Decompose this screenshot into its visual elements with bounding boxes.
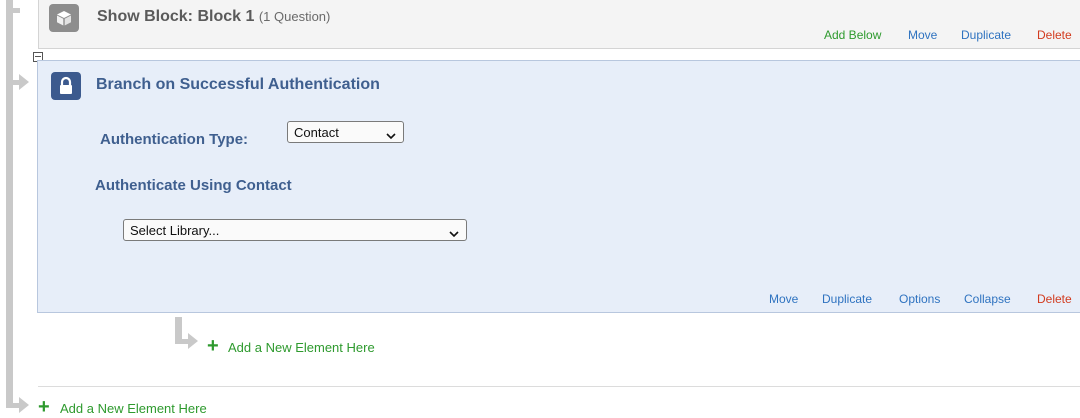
show-block: Show Block: Block 1 (1 Question) Add Bel… xyxy=(38,0,1080,49)
flow-connector-bottom xyxy=(6,403,20,408)
section-divider xyxy=(38,386,1080,387)
add-new-element-inner-link[interactable]: Add a New Element Here xyxy=(228,340,375,355)
plus-icon[interactable]: + xyxy=(38,397,50,417)
flow-connector-top xyxy=(6,8,20,13)
flow-arrow-branch-icon xyxy=(19,74,29,90)
flow-connector-branch xyxy=(6,80,20,85)
lock-icon xyxy=(51,72,81,100)
plus-icon[interactable]: + xyxy=(207,336,219,356)
cube-icon xyxy=(49,4,79,32)
branch-duplicate-link[interactable]: Duplicate xyxy=(822,292,872,306)
flow-connector-main xyxy=(6,0,13,406)
authentication-type-select[interactable]: Contact xyxy=(287,121,404,143)
authentication-type-value: Contact xyxy=(294,125,339,140)
show-block-title-text: Show Block: Block 1 xyxy=(97,8,255,25)
delete-link[interactable]: Delete xyxy=(1037,28,1072,42)
branch-block: Branch on Successful Authentication Auth… xyxy=(37,60,1080,313)
add-new-element-outer-link[interactable]: Add a New Element Here xyxy=(60,401,207,416)
inner-arrow-icon xyxy=(188,333,198,349)
authentication-type-label: Authentication Type: xyxy=(100,131,249,148)
chevron-down-icon xyxy=(449,226,459,241)
branch-title: Branch on Successful Authentication xyxy=(96,76,380,93)
add-below-link[interactable]: Add Below xyxy=(824,28,881,42)
show-block-title: Show Block: Block 1 (1 Question) xyxy=(97,8,330,26)
branch-collapse-link[interactable]: Collapse xyxy=(964,292,1011,306)
branch-move-link[interactable]: Move xyxy=(769,292,798,306)
inner-connector-horizontal xyxy=(175,339,189,344)
branch-delete-link[interactable]: Delete xyxy=(1037,292,1072,306)
flow-arrow-bottom-icon xyxy=(19,397,29,413)
chevron-down-icon xyxy=(386,128,396,143)
select-library-value: Select Library... xyxy=(130,223,220,238)
duplicate-link[interactable]: Duplicate xyxy=(961,28,1011,42)
select-library-dropdown[interactable]: Select Library... xyxy=(123,219,467,241)
authenticate-using-contact-label: Authenticate Using Contact xyxy=(95,177,292,194)
question-count: (1 Question) xyxy=(258,9,331,24)
branch-options-link[interactable]: Options xyxy=(899,292,940,306)
move-link[interactable]: Move xyxy=(908,28,937,42)
